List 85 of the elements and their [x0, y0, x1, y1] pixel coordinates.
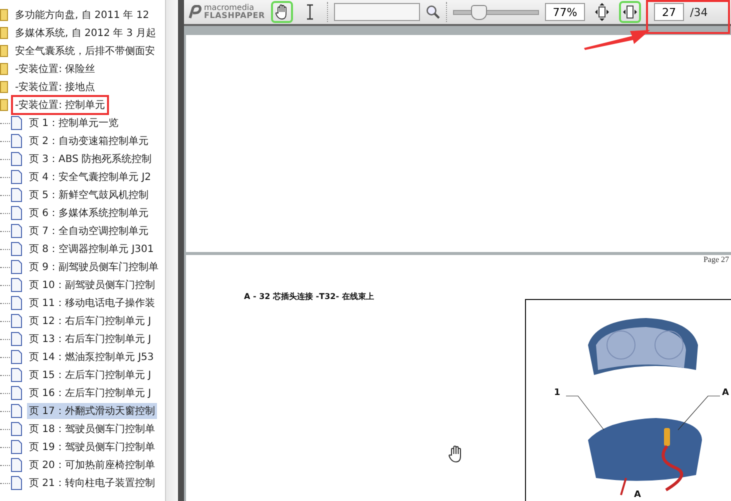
tree-item-label: -安装位置: 控制单元: [11, 95, 110, 115]
page-item[interactable]: 页 12：右后车门控制单元 J: [27, 313, 154, 329]
page-icon: [11, 116, 22, 130]
zoom-field[interactable]: 77%: [545, 3, 586, 21]
page-item[interactable]: 页 15：左后车门控制单元 J: [27, 367, 154, 383]
page-icon: [11, 332, 22, 346]
page-item[interactable]: 页 16：左后车门控制单元 J: [27, 385, 154, 401]
tree-item-label: 多功能方向盘, 自 2011 年 12: [14, 8, 150, 23]
text-cursor-icon: [306, 4, 314, 20]
page-item[interactable]: 页 2：自动变速箱控制单元: [27, 133, 151, 149]
page-number-field[interactable]: 27: [654, 3, 684, 21]
page-header: Page 27: [703, 255, 729, 264]
page-icon: [11, 404, 22, 418]
page-icon: [11, 170, 22, 184]
tree-item-label: 多媒体系统, 自 2012 年 3 月起: [14, 26, 157, 41]
page-item[interactable]: 页 5：新鲜空气鼓风机控制: [27, 187, 151, 203]
page-icon: [11, 206, 22, 220]
tree-item-label: 安全气囊系统，后排不带侧面安: [14, 44, 156, 59]
page-item[interactable]: 页 1：控制单元一览: [27, 115, 121, 131]
page-item[interactable]: 页 21：转向柱电子装置控制: [27, 475, 157, 491]
page-icon: [11, 386, 22, 400]
zoom-slider[interactable]: [453, 5, 540, 19]
folder-icon: [0, 27, 8, 39]
page-item[interactable]: 页 11：移动电话电子操作装: [27, 295, 157, 311]
page-item[interactable]: 页 18：驾驶员侧车门控制单: [27, 421, 157, 437]
tree-item-label: -安装位置: 保险丝: [14, 62, 96, 77]
page-icon: [11, 188, 22, 202]
fit-width-icon: [623, 4, 638, 20]
callout-label: A: [722, 388, 729, 398]
annotation-arrow: [584, 28, 650, 50]
page-item[interactable]: 页 8：空调器控制单元 J301: [27, 241, 156, 257]
caption-text: A - 32 芯插头连接 -T32- 在线束上: [244, 291, 374, 302]
page-icon: [11, 422, 22, 436]
folder-icon: [0, 81, 8, 93]
page-total: /34: [690, 6, 708, 18]
page-item[interactable]: 页 9：副驾驶员侧车门控制单: [27, 259, 161, 275]
page-icon: [11, 476, 22, 490]
tree-item-label: -安装位置: 接地点: [14, 80, 96, 95]
tree-item[interactable]: 安全气囊系统，后排不带侧面安: [0, 42, 165, 60]
fit-page-icon: [595, 3, 610, 21]
hand-cursor-icon: [448, 445, 464, 463]
page-icon: [11, 278, 22, 292]
page-icon: [11, 314, 22, 328]
page-item[interactable]: 页 4：安全气囊控制单元 J2: [27, 169, 154, 185]
scrollbar[interactable]: [165, 0, 178, 501]
page-icon: [11, 296, 22, 310]
page-icon: [11, 134, 22, 148]
page-icon: [11, 368, 22, 382]
page-item[interactable]: 页 10：副驾驶员侧车门控制: [27, 277, 157, 293]
search-field[interactable]: [334, 3, 420, 21]
page-item[interactable]: 页 19：驾驶员侧车门控制单: [27, 439, 157, 455]
folder-icon: [0, 9, 8, 21]
folder-icon: [0, 45, 8, 57]
page-item[interactable]: 页 14：燃油泵控制单元 J53: [27, 349, 156, 365]
page-item[interactable]: 页 3：ABS 防抱死系统控制: [27, 151, 154, 167]
page-item[interactable]: 页 17：外翻式滑动天窗控制: [27, 403, 157, 419]
page-item[interactable]: 页 6：多媒体系统控制单元: [27, 205, 151, 221]
callout-label: A: [634, 490, 641, 500]
page-icon: [11, 242, 22, 256]
logo-text: FLASHPAPER: [204, 12, 266, 20]
page-item[interactable]: 页 20：可加热前座椅控制单: [27, 457, 157, 473]
tree-item[interactable]: -安装位置: 控制单元: [0, 96, 165, 114]
page-item[interactable]: 页 7：全自动空调控制单元: [27, 223, 151, 239]
logo-icon: [188, 5, 202, 19]
page-icon: [11, 152, 22, 166]
logo-text: macromedia: [204, 4, 256, 12]
page-icon: [11, 350, 22, 364]
tree-item[interactable]: -安装位置: 保险丝: [0, 60, 165, 78]
tree-item[interactable]: -安装位置: 接地点: [0, 78, 165, 96]
folder-icon: [0, 63, 8, 75]
page-icon: [11, 224, 22, 238]
fit-width-button[interactable]: [619, 1, 642, 23]
page-icon: [11, 458, 22, 472]
leader-line: [566, 395, 606, 431]
hand-icon: [275, 4, 290, 20]
page-item[interactable]: 页 13：右后车门控制单元 J: [27, 331, 154, 347]
page-icon: [11, 260, 22, 274]
tree-item[interactable]: 多功能方向盘, 自 2011 年 12: [0, 6, 165, 24]
page-icon: [11, 440, 22, 454]
search-icon[interactable]: [426, 5, 440, 19]
folder-icon: [0, 99, 8, 111]
tree-item[interactable]: 多媒体系统, 自 2012 年 3 月起: [0, 24, 165, 42]
callout-label: 1: [554, 388, 560, 398]
hand-tool-button[interactable]: [271, 1, 294, 23]
leader-line: [676, 395, 720, 431]
